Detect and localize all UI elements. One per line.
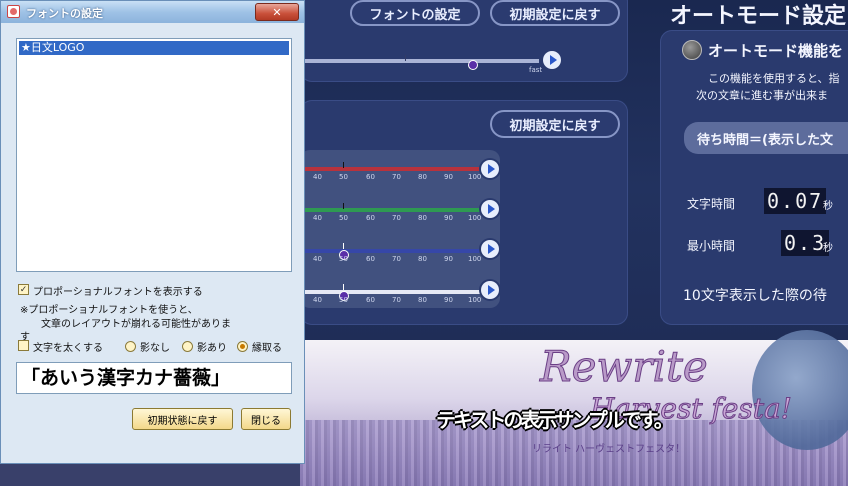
warning-line-1: ※プロポーショナルフォントを使うと、 [20,305,198,316]
bottom-strip [0,464,300,486]
tick-label: 70 [392,173,401,181]
tick-label: 40 [313,296,322,304]
tick-label: 60 [366,173,375,181]
alpha-tick [343,284,344,290]
char-time-unit: 秒 [823,201,833,212]
speed-tick [405,55,406,61]
wait-time-label: 待ち時間＝(表示した文 [697,133,833,148]
font-settings-button[interactable]: フォントの設定 [350,0,480,26]
shadow-radio[interactable] [182,341,193,352]
outline-label: 縁取る [252,343,282,354]
tick-label: 90 [444,255,453,263]
alpha-slider[interactable] [305,290,480,294]
min-time-value[interactable]: 0.3 [781,230,830,256]
tick-label: 60 [366,255,375,263]
text-display-sample: テキストの表示サンプルです。 [436,408,674,432]
tick-label: 40 [313,214,322,222]
font-preview: 「あいう漢字カナ薔薇」 [16,362,292,394]
auto-mode-desc-1: この機能を使用すると、指 [708,72,840,85]
tick-label: 100 [468,173,482,181]
speed-fast-label: fast [529,66,543,74]
tick-label: 50 [339,173,348,181]
close-icon[interactable]: ✕ [255,3,299,21]
tick-label: 70 [392,214,401,222]
font-list-item-selected[interactable]: ★日文LOGO [19,41,289,55]
speed-slider-knob[interactable] [468,60,478,70]
tick-label: 40 [313,255,322,263]
font-settings-dialog: フォントの設定 ✕ ★日文LOGO ✓ プロポーショナルフォントを表示する ※プ… [0,0,305,464]
warning-line-2: 文章のレイアウトが崩れる可能性がありま [41,319,231,330]
app-icon [7,5,20,18]
tick-label: 80 [418,255,427,263]
dialog-title: フォントの設定 [26,7,103,20]
banner-subtitle: リライト ハーヴェストフェスタ！ [532,444,686,455]
tick-label: 100 [468,214,482,222]
tick-label: 100 [468,296,482,304]
auto-mode-desc-2: 次の文章に進む事が出来ま [696,89,828,102]
tick-label: 60 [366,296,375,304]
green-play-icon[interactable] [481,200,499,218]
tick-label: 50 [339,255,348,263]
tick-label: 90 [444,173,453,181]
show-proportional-checkbox[interactable]: ✓ [18,284,29,295]
text-speed-slider[interactable] [305,59,539,63]
green-tick [343,203,344,209]
shadow-label: 影あり [197,343,227,354]
tick-label: 50 [339,214,348,222]
outline-radio[interactable] [237,341,248,352]
blue-slider[interactable] [305,249,480,253]
min-time-label: 最小時間 [687,239,736,253]
no-shadow-label: 影なし [140,343,170,354]
reset-defaults-button[interactable]: 初期設定に戻す [490,0,620,26]
tick-label: 90 [444,296,453,304]
close-button[interactable]: 閉じる [241,408,291,430]
char-time-label: 文字時間 [687,197,736,211]
reset-initial-button[interactable]: 初期状態に戻す [132,408,233,430]
font-list[interactable]: ★日文LOGO [16,38,292,272]
tick-label: 90 [444,214,453,222]
min-time-unit: 秒 [823,243,833,254]
tick-label: 70 [392,255,401,263]
alpha-play-icon[interactable] [481,281,499,299]
reset-defaults-button-2[interactable]: 初期設定に戻す [490,110,620,138]
tick-label: 50 [339,296,348,304]
banner-logo: Rewrite [540,342,709,392]
green-slider[interactable] [305,208,480,212]
no-shadow-radio[interactable] [125,341,136,352]
tick-label: 40 [313,173,322,181]
tick-label: 80 [418,214,427,222]
auto-mode-radio-icon[interactable] [682,40,702,60]
red-play-icon[interactable] [481,160,499,178]
tick-label: 80 [418,173,427,181]
blue-play-icon[interactable] [481,240,499,258]
tick-label: 80 [418,296,427,304]
tick-label: 60 [366,214,375,222]
bold-label: 文字を太くする [33,343,103,354]
red-tick [343,162,344,168]
tick-label: 100 [468,255,482,263]
auto-mode-title: オートモード設定 [670,4,847,29]
speed-play-icon[interactable] [543,51,561,69]
ten-chars-text: 10文字表示した際の待 [683,288,827,304]
red-slider[interactable] [305,167,480,171]
bold-checkbox[interactable] [18,340,29,351]
auto-mode-toggle-label[interactable]: オートモード機能を [708,40,843,61]
tick-label: 70 [392,296,401,304]
blue-tick [343,243,344,249]
char-time-value[interactable]: 0.07 [764,188,827,214]
show-proportional-label: プロポーショナルフォントを表示する [33,287,203,298]
